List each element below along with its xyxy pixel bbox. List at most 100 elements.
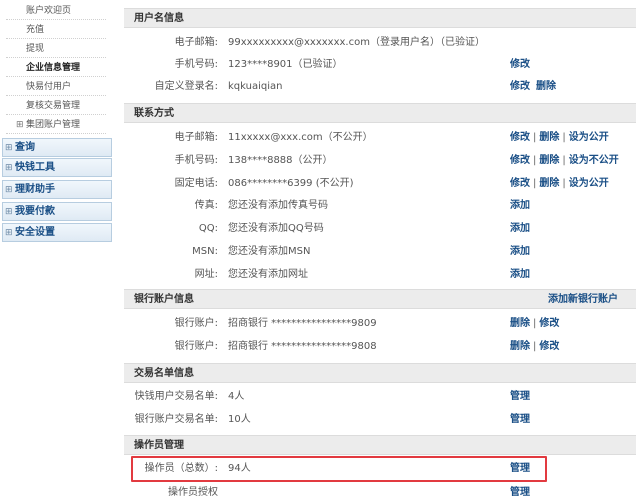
nav-label: 安全设置: [15, 227, 55, 238]
field-label: 电子邮箱:: [174, 132, 218, 143]
info-row: 快钱用户交易名单: 4人 管理: [124, 386, 636, 408]
expand-icon: ⊞: [5, 185, 13, 195]
manage-link[interactable]: 管理: [510, 414, 530, 425]
nav-security-settings[interactable]: ⊞ 安全设置: [2, 223, 112, 242]
field-label: 传真:: [194, 200, 218, 211]
set-public-link[interactable]: 设为公开: [569, 178, 609, 189]
sidebar-item-quickpay-users[interactable]: 快易付用户: [6, 78, 106, 96]
info-row: 电子邮箱: 99xxxxxxxxx@xxxxxxx.com（登录用户名）（已验证…: [124, 32, 636, 54]
set-public-link[interactable]: 设为公开: [569, 132, 609, 143]
row-actions: 添加: [510, 264, 530, 286]
separator: |: [562, 178, 566, 189]
nav-make-payment[interactable]: ⊞ 我要付款: [2, 202, 112, 221]
sidebar-item-account-welcome[interactable]: 账户欢迎页: [6, 2, 106, 20]
modify-link[interactable]: 修改: [510, 59, 530, 70]
delete-link[interactable]: 删除: [539, 155, 559, 166]
row-actions: 管理: [510, 482, 530, 504]
nav-finance-assistant[interactable]: ⊞ 理财助手: [2, 180, 112, 199]
section-header-transaction-lists: 交易名单信息: [124, 363, 636, 383]
row-actions: 修改 | 删除 | 设为公开: [510, 173, 609, 195]
row-actions: 修改 | 删除 | 设为公开: [510, 127, 609, 149]
row-actions: 修改 | 删除 | 设为不公开: [510, 150, 619, 172]
manage-link[interactable]: 管理: [510, 391, 530, 402]
info-row: QQ: 您还没有添加QQ号码 添加: [124, 218, 636, 240]
field-value: 您还没有添加QQ号码: [228, 223, 324, 234]
field-label: 银行账户:: [174, 318, 218, 329]
section-title: 用户名信息: [134, 13, 184, 24]
info-row: 银行账户: 招商银行 ****************9808 删除 | 修改: [124, 336, 636, 358]
row-actions: 修改 删除: [510, 76, 556, 98]
info-row: 固定电话: 086********6399 (不公开) 修改 | 删除 | 设为公开: [124, 173, 636, 195]
row-actions: 删除 | 修改: [510, 336, 559, 358]
field-value: 您还没有添加传真号码: [228, 200, 328, 211]
section-title: 交易名单信息: [134, 368, 194, 379]
field-value: 11xxxxx@xxx.com（不公开）: [228, 132, 373, 143]
expand-icon: ⊞: [5, 228, 13, 238]
field-label: 电子邮箱:: [174, 37, 218, 48]
info-row: 银行账户: 招商银行 ****************9809 删除 | 修改: [124, 313, 636, 335]
row-actions: 删除 | 修改: [510, 313, 559, 335]
field-value: 您还没有添加MSN: [228, 246, 311, 257]
nav-query[interactable]: ⊞ 查询: [2, 138, 112, 157]
delete-link[interactable]: 删除: [539, 132, 559, 143]
modify-link[interactable]: 修改: [539, 318, 559, 329]
nav-label: 理财助手: [15, 184, 55, 195]
section-header-operator-management: 操作员管理: [124, 435, 636, 455]
add-link[interactable]: 添加: [510, 223, 530, 234]
field-label: 手机号码:: [174, 155, 218, 166]
sidebar-item-enterprise-info[interactable]: 企业信息管理: [6, 59, 106, 77]
separator: |: [562, 155, 566, 166]
section-header-contact: 联系方式: [124, 103, 636, 123]
modify-link[interactable]: 修改: [510, 155, 530, 166]
field-label: 操作员授权: [168, 487, 218, 498]
sidebar-item-group-accounts[interactable]: ⊞ 集团账户管理: [6, 116, 106, 134]
field-value: 123****8901（已验证）: [228, 59, 343, 70]
sidebar-item-withdraw[interactable]: 提现: [6, 40, 106, 58]
field-value: 招商银行 ****************9808: [228, 341, 377, 352]
field-label: 银行账户:: [174, 341, 218, 352]
set-private-link[interactable]: 设为不公开: [569, 155, 619, 166]
info-row: 手机号码: 123****8901（已验证） 修改: [124, 54, 636, 76]
add-bank-account-link[interactable]: 添加新银行账户: [548, 290, 618, 310]
manage-link[interactable]: 管理: [510, 487, 530, 498]
modify-link[interactable]: 修改: [510, 81, 530, 92]
field-label: 银行账户交易名单:: [134, 414, 218, 425]
modify-link[interactable]: 修改: [510, 178, 530, 189]
info-row: 网址: 您还没有添加网址 添加: [124, 264, 636, 286]
field-value: 086********6399 (不公开): [228, 178, 354, 189]
delete-link[interactable]: 删除: [539, 178, 559, 189]
delete-link[interactable]: 删除: [536, 81, 556, 92]
sidebar-item-review-transactions[interactable]: 复核交易管理: [6, 97, 106, 115]
nav-label: 我要付款: [15, 206, 55, 217]
info-row: 操作员授权 管理: [124, 482, 636, 504]
separator: |: [562, 132, 566, 143]
sidebar-item-label: 集团账户管理: [26, 120, 81, 130]
highlight-box: [131, 456, 547, 482]
modify-link[interactable]: 修改: [539, 341, 559, 352]
nav-kuaiqian-tools[interactable]: ⊞ 快钱工具: [2, 158, 112, 177]
field-value: 10人: [228, 414, 251, 425]
sidebar-item-recharge[interactable]: 充值: [6, 21, 106, 39]
expand-icon: ⊞: [5, 143, 13, 153]
info-row: 自定义登录名: kqkuaiqian 修改 删除: [124, 76, 636, 98]
add-link[interactable]: 添加: [510, 269, 530, 280]
info-row: 传真: 您还没有添加传真号码 添加: [124, 195, 636, 217]
separator: |: [533, 178, 537, 189]
delete-link[interactable]: 删除: [510, 318, 530, 329]
expand-icon: ⊞: [5, 163, 13, 173]
field-label: 手机号码:: [174, 59, 218, 70]
section-title: 操作员管理: [134, 440, 184, 451]
section-title: 银行账户信息: [134, 294, 194, 305]
section-header-username-info: 用户名信息: [124, 8, 636, 28]
info-row: 银行账户交易名单: 10人 管理: [124, 409, 636, 431]
expand-icon: ⊞: [16, 120, 24, 130]
row-actions: 添加: [510, 241, 530, 263]
delete-link[interactable]: 删除: [510, 341, 530, 352]
field-label: 自定义登录名:: [154, 81, 218, 92]
separator: |: [533, 155, 537, 166]
modify-link[interactable]: 修改: [510, 132, 530, 143]
info-row: MSN: 您还没有添加MSN 添加: [124, 241, 636, 263]
add-link[interactable]: 添加: [510, 200, 530, 211]
separator: |: [533, 318, 537, 329]
add-link[interactable]: 添加: [510, 246, 530, 257]
